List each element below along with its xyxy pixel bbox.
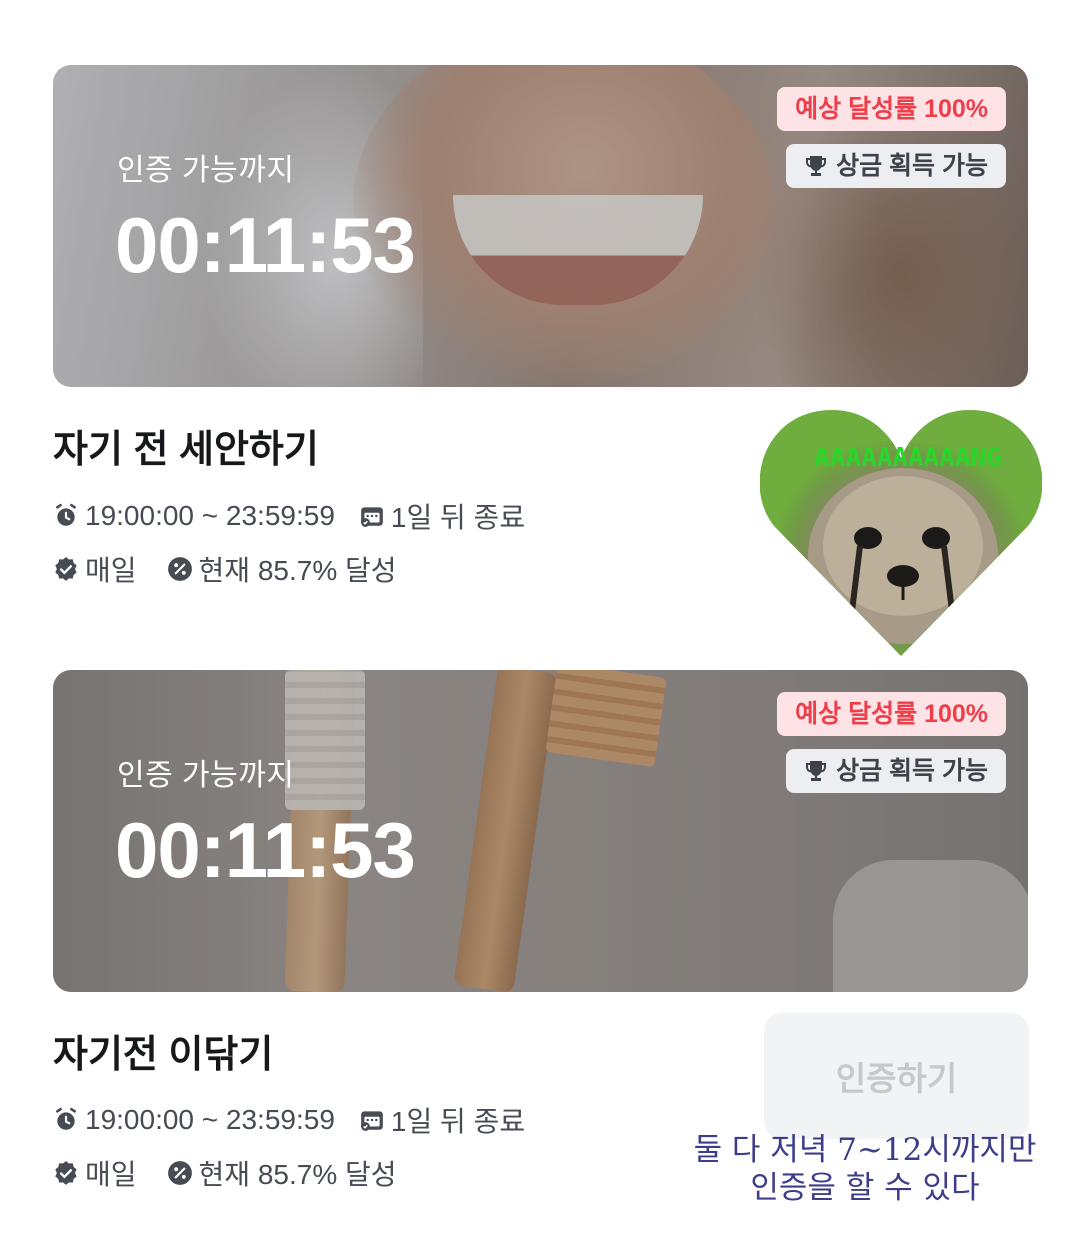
- challenge-title-1: 자기 전 세안하기: [53, 429, 319, 471]
- alarm-clock-icon: [56, 1107, 76, 1130]
- percent-icon: [167, 557, 192, 581]
- challenge-title-2: 자기전 이닦기: [53, 1034, 274, 1076]
- time-range: 19:00:00 ~ 23:59:59: [85, 1104, 335, 1135]
- prize-badge-label: 상금 획득 가능: [836, 152, 988, 180]
- prize-badge: 상금 획득 가능: [786, 144, 1006, 188]
- calendar-icon: [361, 1111, 383, 1131]
- progress-text: 현재 85.7% 달성: [198, 555, 397, 586]
- prize-badge: 상금 획득 가능: [786, 749, 1006, 793]
- prize-badge-label: 상금 획득 가능: [836, 757, 988, 785]
- challenge-meta-row-2a: 19:00:00 ~ 23:59:59 1일 뒤 종료: [53, 1100, 525, 1140]
- expected-rate-badge: 예상 달성률 100%: [777, 692, 1006, 736]
- challenge-meta-row-1b: 매일 현재 85.7% 달성: [53, 549, 397, 589]
- frequency: 매일: [85, 555, 137, 586]
- verify-button[interactable]: 인증하기: [764, 1013, 1029, 1139]
- alarm-clock-icon: [56, 503, 76, 526]
- verified-badge-icon: [55, 556, 77, 581]
- countdown-label: 인증 가능까지: [117, 759, 295, 792]
- calendar-icon: [361, 507, 383, 527]
- sticker-caption: AAAAAAAAAANG: [814, 443, 1002, 473]
- trophy-icon: [806, 156, 827, 176]
- progress-text: 현재 85.7% 달성: [198, 1159, 397, 1190]
- countdown-timer: 00:11:53: [115, 806, 416, 894]
- end-info: 1일 뒤 종료: [390, 502, 526, 533]
- trophy-icon: [806, 761, 827, 781]
- frequency: 매일: [85, 1159, 137, 1190]
- percent-icon: [167, 1161, 192, 1185]
- handwritten-note-line-2: 인증을 할 수 있다: [750, 1170, 980, 1206]
- countdown-timer: 00:11:53: [115, 201, 416, 289]
- expected-rate-badge: 예상 달성률 100%: [777, 87, 1006, 131]
- time-range: 19:00:00 ~ 23:59:59: [85, 500, 335, 531]
- verified-badge-icon: [55, 1160, 77, 1185]
- challenge-card-image-2[interactable]: 인증 가능까지 00:11:53 예상 달성률 100% 상금 획득 가능: [53, 670, 1028, 992]
- end-info: 1일 뒤 종료: [390, 1106, 526, 1137]
- challenge-card-image-1[interactable]: 인증 가능까지 00:11:53 예상 달성률 100% 상금 획득 가능: [53, 65, 1028, 387]
- challenge-meta-row-1a: 19:00:00 ~ 23:59:59 1일 뒤 종료: [53, 496, 525, 536]
- countdown-label: 인증 가능까지: [117, 154, 295, 187]
- cheetah-heart-sticker: AAAAAAAAAANG: [760, 406, 1042, 658]
- challenge-meta-row-2b: 매일 현재 85.7% 달성: [53, 1153, 397, 1193]
